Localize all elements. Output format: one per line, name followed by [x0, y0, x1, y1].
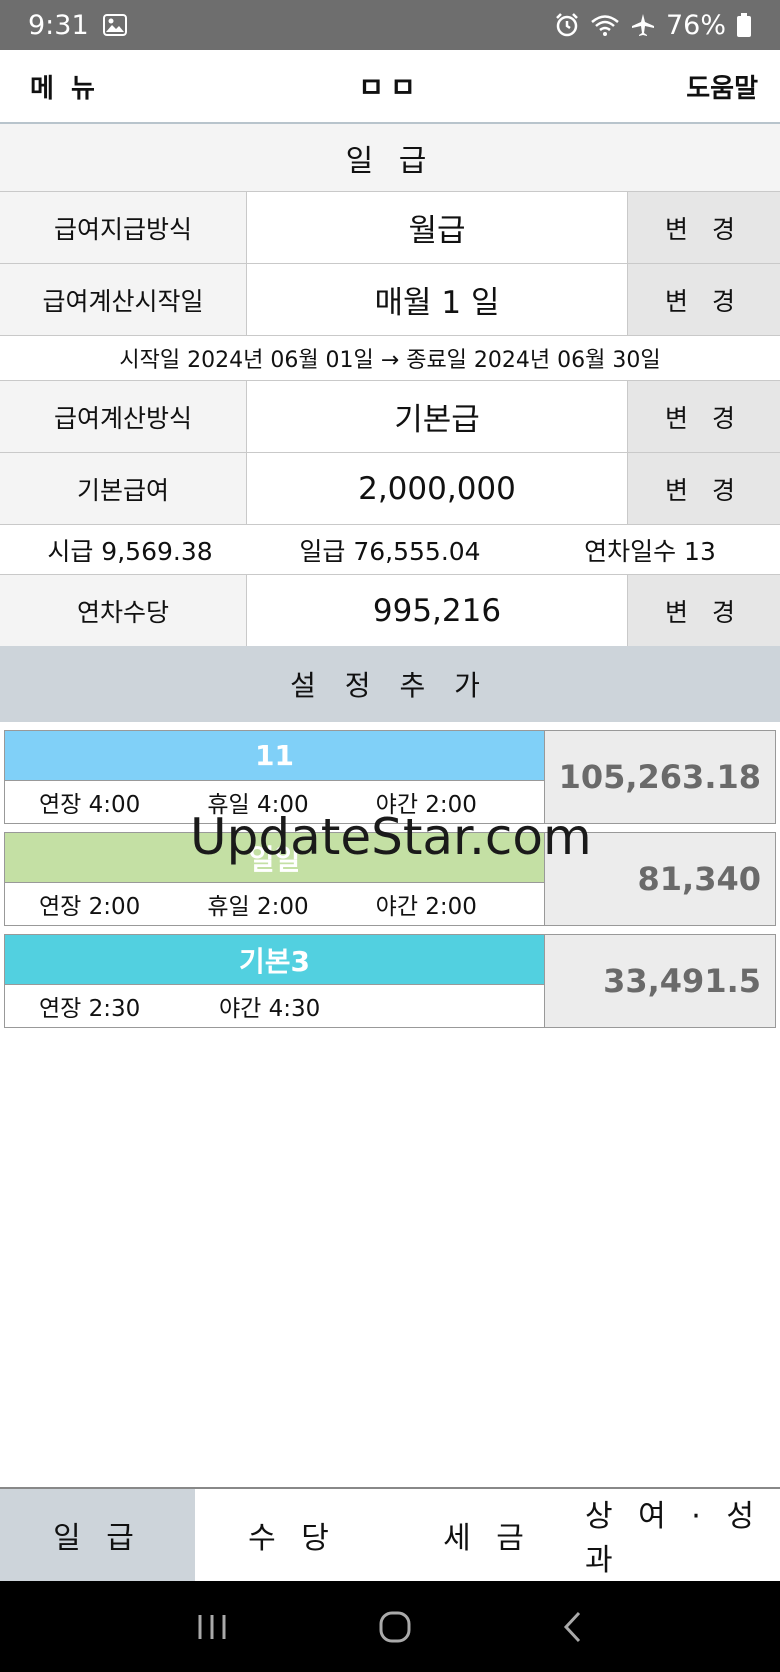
base-pay-label: 기본급여 — [0, 453, 247, 524]
pay-method-row: 급여지급방식 월급 변 경 — [0, 192, 780, 264]
tab-bonus[interactable]: 상 여 · 성 과 — [585, 1489, 780, 1581]
base-pay-value: 2,000,000 — [247, 453, 627, 524]
card-amount: 33,491.5 — [545, 935, 775, 1027]
card-item: 휴일 4:00 — [207, 792, 309, 818]
base-pay-change-button[interactable]: 변 경 — [627, 453, 780, 524]
calc-start-change-button[interactable]: 변 경 — [627, 264, 780, 335]
image-icon — [102, 14, 127, 36]
menu-button[interactable]: 메 뉴 — [30, 68, 99, 105]
help-button[interactable]: 도움말 — [686, 68, 758, 105]
tab-tax[interactable]: 세 금 — [390, 1489, 585, 1581]
airplane-icon — [630, 12, 656, 38]
back-icon[interactable] — [561, 1610, 585, 1644]
wifi-icon — [590, 13, 620, 37]
card-item: 연장 4:00 — [39, 792, 141, 818]
card-amount: 105,263.18 — [545, 731, 775, 823]
card-name: 일일 — [5, 833, 544, 883]
card-amount: 81,340 — [545, 833, 775, 925]
pay-method-change-button[interactable]: 변 경 — [627, 192, 780, 263]
calc-start-row: 급여계산시작일 매월 1 일 변 경 — [0, 264, 780, 336]
pay-method-value: 월급 — [247, 192, 627, 263]
calc-method-label: 급여계산방식 — [0, 381, 247, 452]
leave-days: 연차일수 13 — [584, 536, 716, 566]
tab-daily-pay[interactable]: 일 급 — [0, 1489, 195, 1581]
calc-start-value: 매월 1 일 — [247, 264, 627, 335]
hourly-rate: 시급 9,569.38 — [47, 536, 213, 566]
base-pay-row: 기본급여 2,000,000 변 경 — [0, 453, 780, 525]
section-title: 일 급 — [0, 124, 780, 192]
card-item: 야간 2:00 — [375, 894, 477, 920]
calc-start-label: 급여계산시작일 — [0, 264, 247, 335]
alarm-icon — [554, 12, 580, 38]
card-item: 야간 4:30 — [219, 996, 321, 1022]
period-info: 시작일 2024년 06월 01일 → 종료일 2024년 06월 30일 — [0, 336, 780, 381]
status-bar: 9:31 76% — [0, 0, 780, 50]
recents-icon[interactable] — [195, 1612, 229, 1642]
annual-allowance-label: 연차수당 — [0, 575, 247, 646]
card-item: 연장 2:30 — [39, 996, 141, 1022]
calc-method-row: 급여계산방식 기본급 변 경 — [0, 381, 780, 453]
daily-rate: 일급 76,555.04 — [299, 536, 481, 566]
system-nav-bar — [0, 1581, 780, 1672]
card-item: 휴일 2:00 — [207, 894, 309, 920]
home-icon[interactable] — [378, 1610, 412, 1644]
annual-allowance-value: 995,216 — [247, 575, 627, 646]
tab-allowance[interactable]: 수 당 — [195, 1489, 390, 1581]
pay-method-label: 급여지급방식 — [0, 192, 247, 263]
battery-icon — [736, 12, 752, 38]
card-item: 야간 2:00 — [375, 792, 477, 818]
battery-text: 76% — [665, 9, 726, 41]
add-setting-button[interactable]: 설 정 추 가 — [0, 646, 780, 722]
status-time: 9:31 — [28, 9, 89, 41]
card-name: 기본3 — [5, 935, 544, 985]
calc-method-change-button[interactable]: 변 경 — [627, 381, 780, 452]
calc-method-value: 기본급 — [247, 381, 627, 452]
setting-card-2[interactable]: 일일 연장 2:00 휴일 2:00 야간 2:00 81,340 — [4, 832, 776, 926]
rates-line: 시급 9,569.38 일급 76,555.04 연차일수 13 — [0, 525, 780, 575]
annual-allowance-row: 연차수당 995,216 변 경 — [0, 575, 780, 647]
card-name: 11 — [5, 731, 544, 781]
setting-card-3[interactable]: 기본3 연장 2:30 야간 4:30 33,491.5 — [4, 934, 776, 1028]
annual-allowance-change-button[interactable]: 변 경 — [627, 575, 780, 646]
bottom-tabs: 일 급 수 당 세 금 상 여 · 성 과 — [0, 1487, 780, 1581]
page-title: ㅁㅁ — [358, 71, 422, 104]
setting-card-1[interactable]: 11 연장 4:00 휴일 4:00 야간 2:00 105,263.18 — [4, 730, 776, 824]
card-item: 연장 2:00 — [39, 894, 141, 920]
app-header: 메 뉴 ㅁㅁ 도움말 — [0, 50, 780, 124]
